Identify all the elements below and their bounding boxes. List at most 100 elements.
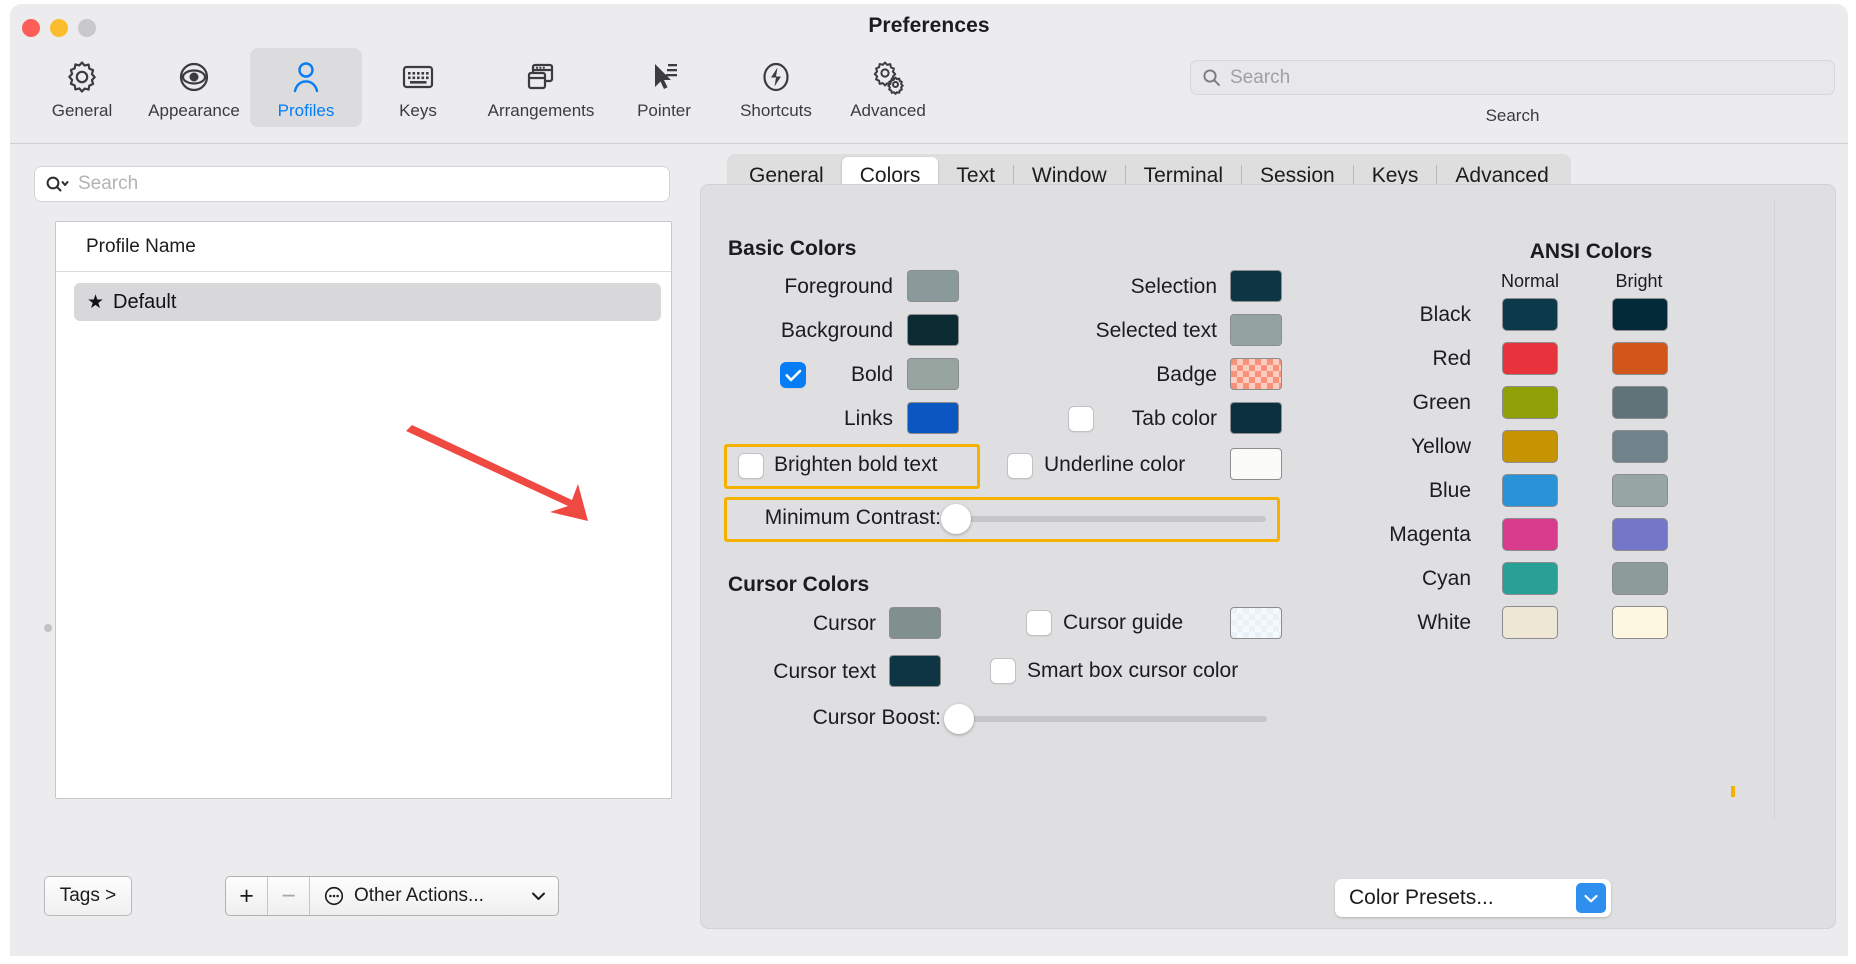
profile-search-input[interactable]: Search (34, 166, 670, 202)
toolbar-item-appearance[interactable]: Appearance (138, 48, 250, 127)
selection-label: Selection (1130, 275, 1217, 298)
ansi-white-bright-swatch[interactable] (1612, 606, 1668, 639)
profile-search-placeholder: Search (78, 173, 139, 194)
ansi-label-green: Green (1412, 391, 1471, 414)
ansi-cyan-normal-swatch[interactable] (1502, 562, 1558, 595)
cursor-boost-slider-knob[interactable] (944, 704, 974, 734)
toolbar-item-general[interactable]: General (26, 48, 138, 127)
ellipsis-circle-icon (323, 885, 345, 907)
search-placeholder: Search (1230, 66, 1291, 88)
badge-label: Badge (1156, 363, 1217, 386)
ansi-green-normal-swatch[interactable] (1502, 386, 1558, 419)
keyboard-icon (398, 56, 438, 98)
window-body: Search Profile Name ★ Default Tags > + − (10, 144, 1848, 956)
selection-swatch[interactable] (1230, 270, 1282, 302)
highlight-tick (1731, 786, 1735, 797)
profile-list: Profile Name ★ Default (55, 221, 672, 799)
ansi-blue-bright-swatch[interactable] (1612, 474, 1668, 507)
brighten-bold-text-checkbox[interactable] (738, 453, 764, 479)
toolbar-label: Profiles (277, 101, 335, 120)
cursor-guide-checkbox[interactable] (1026, 610, 1052, 636)
ansi-label-white: White (1417, 611, 1471, 634)
ansi-cyan-bright-swatch[interactable] (1612, 562, 1668, 595)
chevron-down-icon[interactable] (1576, 883, 1606, 913)
toolbar-label: Shortcuts (740, 101, 812, 120)
toolbar-label: General (51, 101, 113, 120)
ansi-label-cyan: Cyan (1421, 567, 1471, 590)
preferences-window: Preferences General Appearance Profiles … (10, 4, 1848, 956)
search-field[interactable]: Search (1190, 60, 1835, 95)
selected-text-swatch[interactable] (1230, 314, 1282, 346)
panel-divider (1774, 199, 1775, 819)
search-caption: Search (1485, 106, 1540, 125)
tab-color-label: Tab color (1131, 407, 1217, 430)
background-swatch[interactable] (907, 314, 959, 346)
toolbar-item-profiles[interactable]: Profiles (250, 48, 362, 127)
windows-icon (521, 56, 561, 98)
other-actions-menu[interactable]: Other Actions... (310, 877, 558, 915)
ansi-black-normal-swatch[interactable] (1502, 298, 1558, 331)
search-dropdown-icon[interactable] (45, 175, 71, 194)
cursor-text-swatch[interactable] (889, 655, 941, 687)
links-swatch[interactable] (907, 402, 959, 434)
ansi-yellow-normal-swatch[interactable] (1502, 430, 1558, 463)
toolbar-item-advanced[interactable]: Advanced (832, 48, 944, 127)
profile-list-header[interactable]: Profile Name (56, 222, 671, 272)
ansi-red-bright-swatch[interactable] (1612, 342, 1668, 375)
ansi-label-magenta: Magenta (1389, 523, 1471, 546)
ansi-magenta-bright-swatch[interactable] (1612, 518, 1668, 551)
toolbar-search-area: Search Search (1190, 60, 1835, 126)
toolbar-item-keys[interactable]: Keys (362, 48, 474, 127)
tab-color-swatch[interactable] (1230, 402, 1282, 434)
brighten-bold-text-label: Brighten bold text (774, 453, 938, 476)
bold-label: Bold (850, 363, 893, 386)
toolbar-label: Appearance (148, 101, 240, 120)
star-icon: ★ (87, 291, 105, 313)
cursor-guide-swatch[interactable] (1230, 607, 1282, 639)
split-handle[interactable] (44, 624, 52, 632)
profile-name: Default (113, 290, 177, 313)
add-profile-button[interactable]: + (226, 877, 268, 915)
minimum-contrast-slider-knob[interactable] (941, 504, 971, 534)
underline-color-checkbox[interactable] (1007, 453, 1033, 479)
remove-profile-button[interactable]: − (268, 877, 310, 915)
profiles-sidebar: Search Profile Name ★ Default Tags > + − (22, 154, 682, 944)
badge-swatch[interactable] (1230, 358, 1282, 390)
ansi-white-normal-swatch[interactable] (1502, 606, 1558, 639)
toolbar-label: Arrangements (487, 101, 595, 120)
basic-colors-title: Basic Colors (728, 237, 857, 260)
color-presets-label: Color Presets... (1349, 886, 1494, 909)
toolbar-label: Advanced (850, 101, 926, 120)
tags-button[interactable]: Tags > (44, 876, 132, 916)
foreground-label: Foreground (784, 275, 893, 298)
ansi-red-normal-swatch[interactable] (1502, 342, 1558, 375)
ansi-magenta-normal-swatch[interactable] (1502, 518, 1558, 551)
search-icon (1202, 68, 1221, 87)
colors-panel: Basic Colors Foreground Background Bold … (700, 184, 1836, 929)
toolbar-item-shortcuts[interactable]: Shortcuts (720, 48, 832, 127)
color-presets-dropdown[interactable]: Color Presets... (1335, 879, 1611, 917)
cursor-swatch[interactable] (889, 607, 941, 639)
foreground-swatch[interactable] (907, 270, 959, 302)
window-title: Preferences (868, 14, 990, 37)
smart-box-cursor-checkbox[interactable] (990, 658, 1016, 684)
toolbar-item-arrangements[interactable]: Arrangements (474, 48, 608, 127)
cursor-icon (644, 56, 684, 98)
person-icon (286, 56, 326, 98)
chevron-down-icon (531, 891, 546, 901)
cursor-colors-title: Cursor Colors (728, 573, 870, 596)
ansi-label-yellow: Yellow (1411, 435, 1471, 458)
ansi-green-bright-swatch[interactable] (1612, 386, 1668, 419)
cursor-boost-label: Cursor Boost: (812, 706, 941, 729)
minimum-contrast-slider-track[interactable] (946, 516, 1266, 522)
ansi-blue-normal-swatch[interactable] (1502, 474, 1558, 507)
ansi-black-bright-swatch[interactable] (1612, 298, 1668, 331)
bold-swatch[interactable] (907, 358, 959, 390)
ansi-yellow-bright-swatch[interactable] (1612, 430, 1668, 463)
ansi-normal-header: Normal (1500, 271, 1559, 291)
cursor-boost-slider-track[interactable] (949, 716, 1267, 722)
underline-color-swatch[interactable] (1230, 448, 1282, 480)
toolbar-item-pointer[interactable]: Pointer (608, 48, 720, 127)
selected-text-label: Selected text (1095, 319, 1217, 342)
profile-list-row-default[interactable]: ★ Default (74, 283, 661, 321)
